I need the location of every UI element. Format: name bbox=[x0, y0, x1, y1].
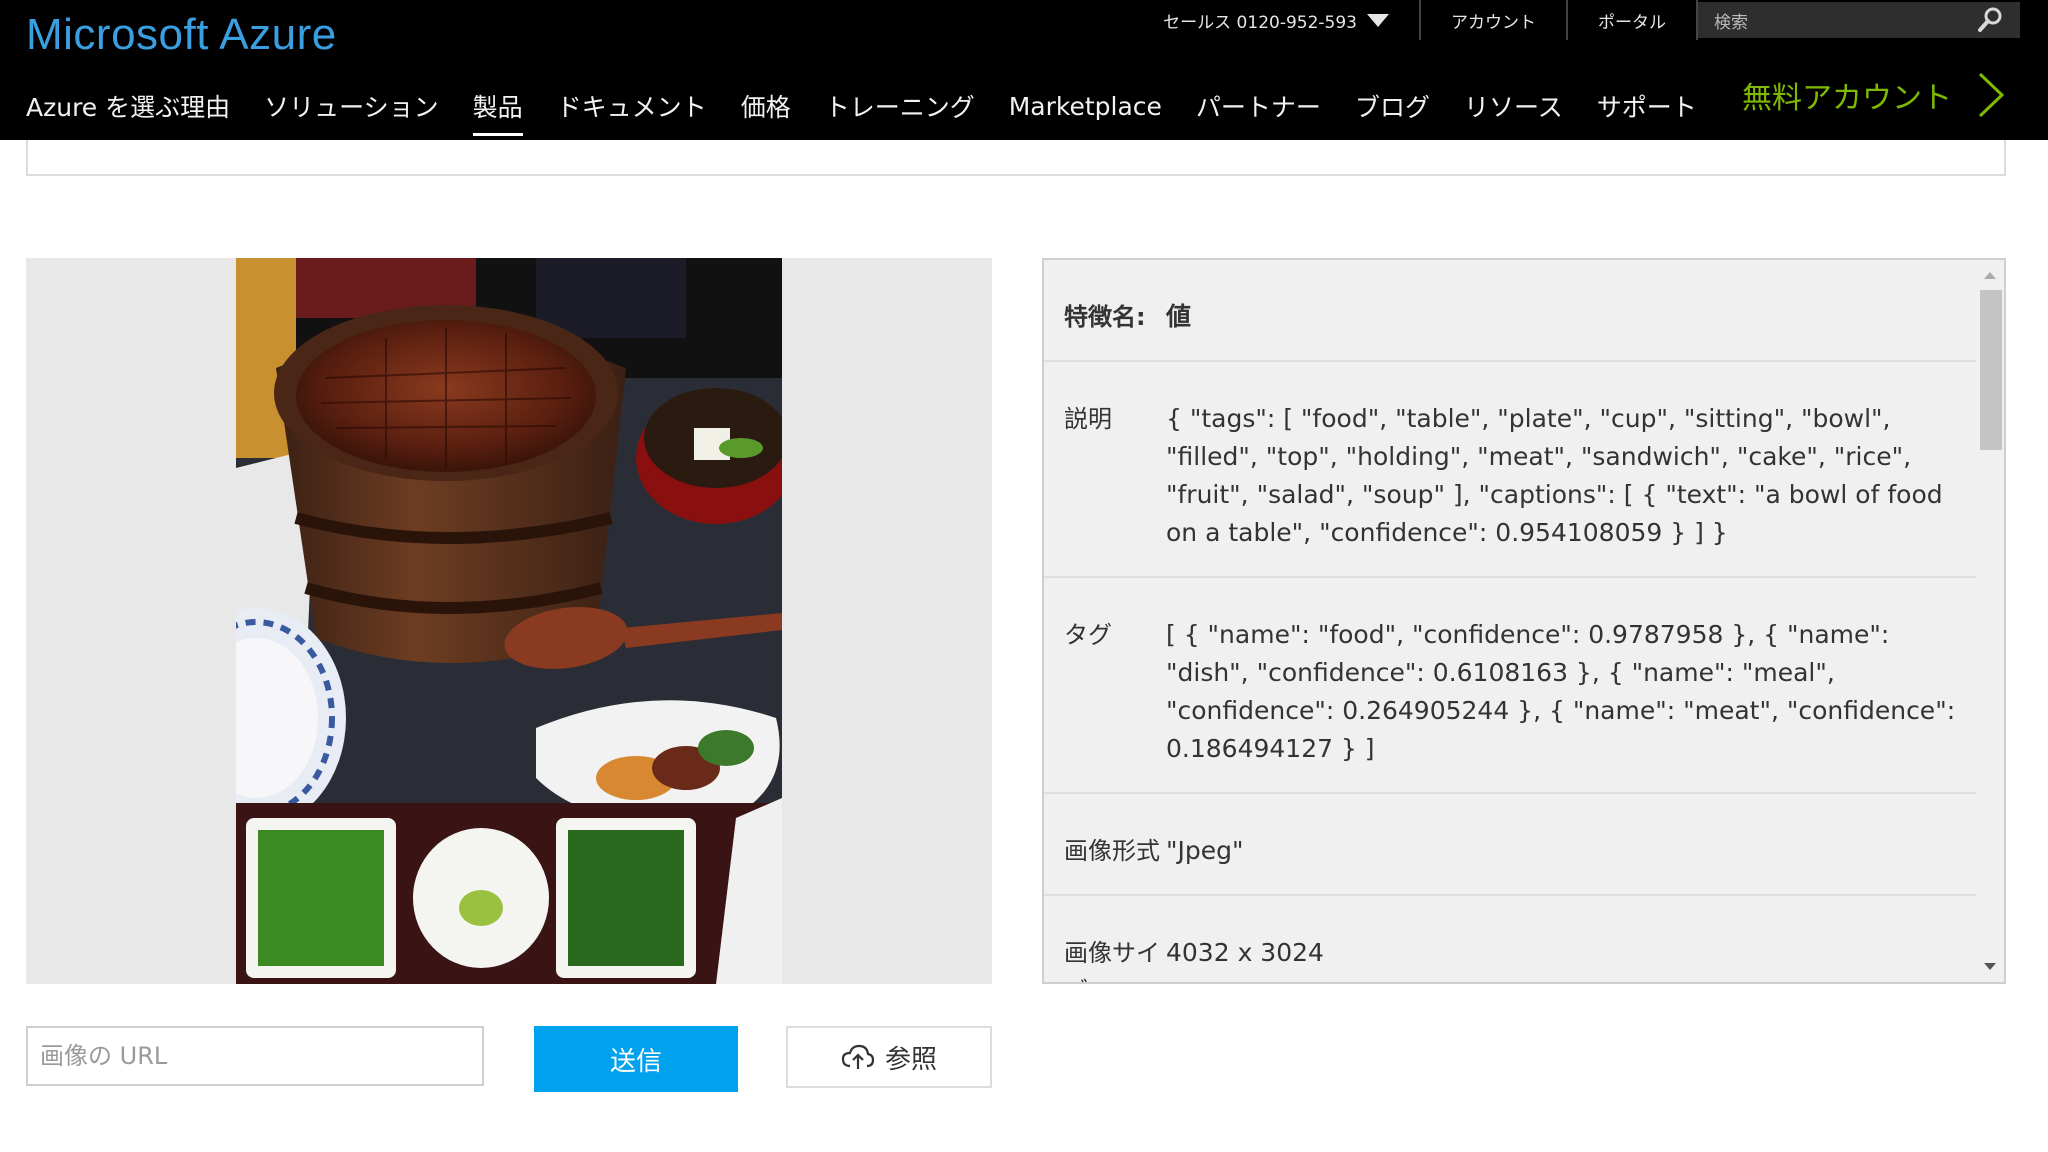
row-key: タグ bbox=[1064, 621, 1112, 649]
utility-bar: セールス 0120-952-593 アカウント ポータル 検索 bbox=[1133, 0, 2048, 40]
nav-item-training[interactable]: トレーニング bbox=[825, 88, 975, 132]
chevron-right-icon bbox=[1978, 72, 2005, 118]
search-box[interactable]: 検索 bbox=[1698, 2, 2020, 38]
nav-item-pricing[interactable]: 価格 bbox=[741, 88, 791, 132]
row-key: 画像サイズ bbox=[1064, 939, 1160, 982]
browse-label: 参照 bbox=[884, 1044, 937, 1075]
nav-item-support[interactable]: サポート bbox=[1597, 88, 1697, 132]
table-row: 説明 { "tags": [ "food", "table", "plate",… bbox=[1044, 362, 1978, 578]
nav-item-solutions[interactable]: ソリューション bbox=[264, 88, 439, 132]
azure-logo[interactable]: Microsoft Azure bbox=[26, 10, 337, 60]
scroll-thumb[interactable] bbox=[1980, 290, 2002, 450]
nav-item-documentation[interactable]: ドキュメント bbox=[557, 88, 707, 132]
nav-item-resources[interactable]: リソース bbox=[1464, 88, 1563, 132]
sales-label: セールス 0120-952-593 bbox=[1163, 12, 1357, 33]
value-header: 値 bbox=[1166, 302, 1192, 331]
nav-item-products[interactable]: 製品 bbox=[472, 88, 523, 136]
main-nav: Azure を選ぶ理由 ソリューション 製品 ドキュメント 価格 トレーニング … bbox=[26, 88, 1731, 136]
free-account-link[interactable]: 無料アカウント bbox=[1742, 70, 2008, 120]
nav-item-partners[interactable]: パートナー bbox=[1196, 88, 1321, 132]
nav-item-why-azure[interactable]: Azure を選ぶ理由 bbox=[26, 88, 230, 132]
scroll-up-icon[interactable] bbox=[1984, 272, 1996, 279]
image-url-input[interactable] bbox=[26, 1026, 484, 1086]
row-value: 4032 x 3024 bbox=[1166, 938, 1324, 967]
image-preview-panel bbox=[26, 258, 992, 984]
account-link[interactable]: アカウント bbox=[1421, 0, 1568, 40]
nav-item-blog[interactable]: ブログ bbox=[1355, 88, 1430, 132]
row-value: [ { "name": "food", "confidence": 0.9787… bbox=[1166, 620, 1956, 763]
row-key: 画像形式 bbox=[1064, 837, 1160, 865]
row-key: 説明 bbox=[1064, 405, 1112, 433]
table-row: 画像サイズ 4032 x 3024 bbox=[1044, 896, 1978, 982]
browse-button[interactable]: 参照 bbox=[786, 1026, 992, 1088]
sales-dropdown[interactable]: セールス 0120-952-593 bbox=[1133, 0, 1421, 40]
row-value: { "tags": [ "food", "table", "plate", "c… bbox=[1166, 404, 1943, 547]
free-account-label: 無料アカウント bbox=[1742, 81, 1952, 116]
search-placeholder: 検索 bbox=[1714, 12, 1748, 33]
results-table: 特徴名: 値 説明 { "tags": [ "food", "table", "… bbox=[1044, 260, 1978, 982]
previous-section-border bbox=[26, 140, 2006, 176]
cloud-upload-icon bbox=[841, 1044, 875, 1069]
food-photo bbox=[236, 258, 782, 984]
scroll-down-icon[interactable] bbox=[1984, 963, 1996, 970]
portal-link[interactable]: ポータル bbox=[1568, 0, 1698, 40]
search-icon[interactable] bbox=[1976, 6, 2004, 34]
nav-item-marketplace[interactable]: Marketplace bbox=[1009, 92, 1162, 129]
results-scrollbar[interactable] bbox=[1976, 260, 2004, 982]
food-photo-illustration bbox=[236, 258, 782, 984]
table-row: タグ [ { "name": "food", "confidence": 0.9… bbox=[1044, 578, 1978, 794]
results-header-row: 特徴名: 値 bbox=[1044, 260, 1978, 362]
analysis-results-panel[interactable]: 特徴名: 値 説明 { "tags": [ "food", "table", "… bbox=[1042, 258, 2006, 984]
feature-name-header: 特徴名: bbox=[1064, 303, 1146, 331]
table-row: 画像形式 "Jpeg" bbox=[1044, 794, 1978, 896]
chevron-down-icon bbox=[1367, 13, 1389, 27]
send-button[interactable]: 送信 bbox=[534, 1026, 738, 1092]
row-value: "Jpeg" bbox=[1166, 836, 1244, 865]
top-header: Microsoft Azure セールス 0120-952-593 アカウント … bbox=[0, 0, 2048, 140]
